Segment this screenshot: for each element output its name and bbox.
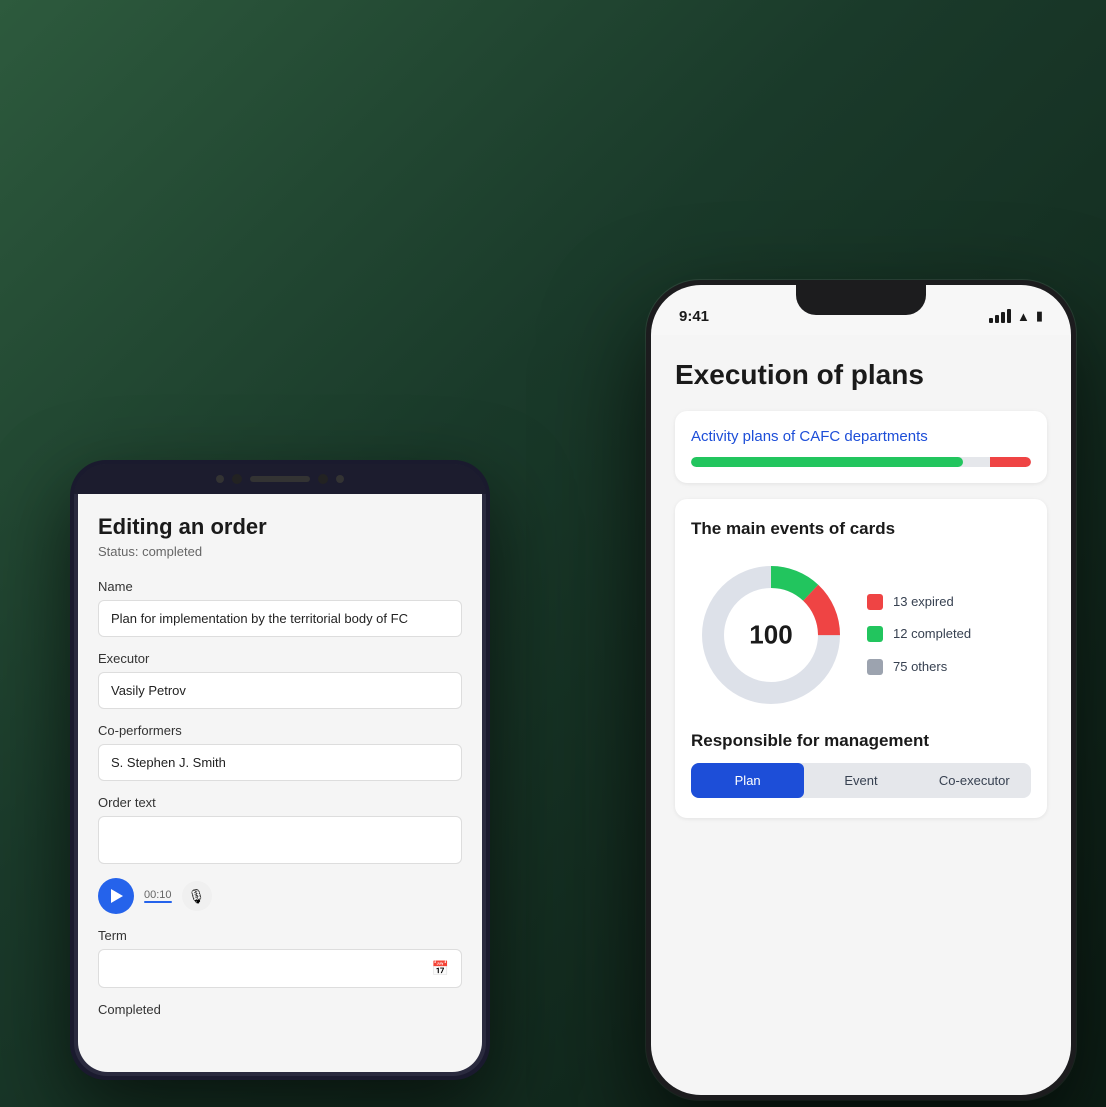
android-dot-2 — [336, 475, 344, 483]
play-button[interactable] — [98, 878, 134, 914]
term-label: Term — [98, 928, 462, 943]
audio-player: 00:10 🎙 — [98, 878, 462, 914]
signal-bar-2 — [995, 315, 999, 323]
android-screen: Editing an order Status: completed Name … — [78, 494, 482, 1072]
events-content: 100 13 expired 12 completed — [691, 555, 1031, 715]
legend-item-others: 75 others — [867, 658, 1031, 676]
android-app-title: Editing an order — [98, 514, 462, 540]
iphone-status-bar: 9:41 ▲ ▮ — [651, 285, 1071, 335]
audio-time: 00:10 — [144, 889, 172, 901]
events-card: The main events of cards 100 — [675, 499, 1047, 818]
iphone-time: 9:41 — [679, 308, 709, 325]
android-speaker — [250, 476, 310, 482]
android-notch-bar — [74, 464, 486, 494]
donut-center-value: 100 — [749, 619, 792, 650]
legend-label-others: 75 others — [893, 658, 947, 676]
tab-event[interactable]: Event — [804, 763, 917, 798]
iphone-status-icons: ▲ ▮ — [989, 308, 1043, 324]
iphone-notch — [796, 285, 926, 315]
chart-legend: 13 expired 12 completed 75 others — [867, 593, 1031, 676]
play-icon — [111, 889, 123, 903]
calendar-icon: 📅 — [432, 960, 449, 977]
term-input[interactable]: 📅 — [98, 949, 462, 988]
android-dot-1 — [216, 475, 224, 483]
name-label: Name — [98, 579, 462, 594]
progress-bar — [691, 457, 1031, 467]
order-text-input[interactable] — [98, 816, 462, 864]
legend-dot-completed — [867, 626, 883, 642]
tab-plan[interactable]: Plan — [691, 763, 804, 798]
wifi-icon: ▲ — [1017, 309, 1030, 324]
android-front-camera — [232, 474, 242, 484]
legend-item-expired: 13 expired — [867, 593, 1031, 611]
signal-bar-4 — [1007, 309, 1011, 323]
executor-label: Executor — [98, 651, 462, 666]
android-status-text: Status: completed — [98, 544, 462, 559]
name-input[interactable]: Plan for implementation by the territori… — [98, 600, 462, 637]
progress-bar-red — [990, 457, 1031, 467]
legend-dot-expired — [867, 594, 883, 610]
co-performers-input[interactable]: S. Stephen J. Smith — [98, 744, 462, 781]
co-performers-label: Co-performers — [98, 723, 462, 738]
events-card-title: The main events of cards — [691, 519, 1031, 539]
signal-bar-1 — [989, 318, 993, 323]
mic-icon[interactable]: 🎙 — [182, 881, 212, 911]
battery-icon: ▮ — [1036, 308, 1043, 324]
app-title: Execution of plans — [675, 359, 1047, 391]
iphone: 9:41 ▲ ▮ Execution of plans Activity pla… — [646, 280, 1076, 1100]
executor-input[interactable]: Vasily Petrov — [98, 672, 462, 709]
order-text-label: Order text — [98, 795, 462, 810]
responsible-title: Responsible for management — [691, 731, 1031, 751]
audio-progress-bar — [144, 901, 172, 903]
signal-bars-icon — [989, 309, 1011, 323]
activity-plans-card: Activity plans of CAFC departments — [675, 411, 1047, 483]
legend-item-completed: 12 completed — [867, 625, 1031, 643]
legend-label-expired: 13 expired — [893, 593, 954, 611]
tab-bar[interactable]: Plan Event Co-executor — [691, 763, 1031, 798]
legend-label-completed: 12 completed — [893, 625, 971, 643]
progress-bar-green — [691, 457, 963, 467]
completed-label: Completed — [98, 1002, 462, 1017]
activity-plans-title: Activity plans of CAFC departments — [691, 427, 1031, 447]
tab-co-executor[interactable]: Co-executor — [918, 763, 1031, 798]
legend-dot-others — [867, 659, 883, 675]
donut-chart: 100 — [691, 555, 851, 715]
android-sensor — [318, 474, 328, 484]
signal-bar-3 — [1001, 312, 1005, 323]
iphone-screen: Execution of plans Activity plans of CAF… — [651, 335, 1071, 1095]
android-phone: Editing an order Status: completed Name … — [70, 460, 490, 1080]
